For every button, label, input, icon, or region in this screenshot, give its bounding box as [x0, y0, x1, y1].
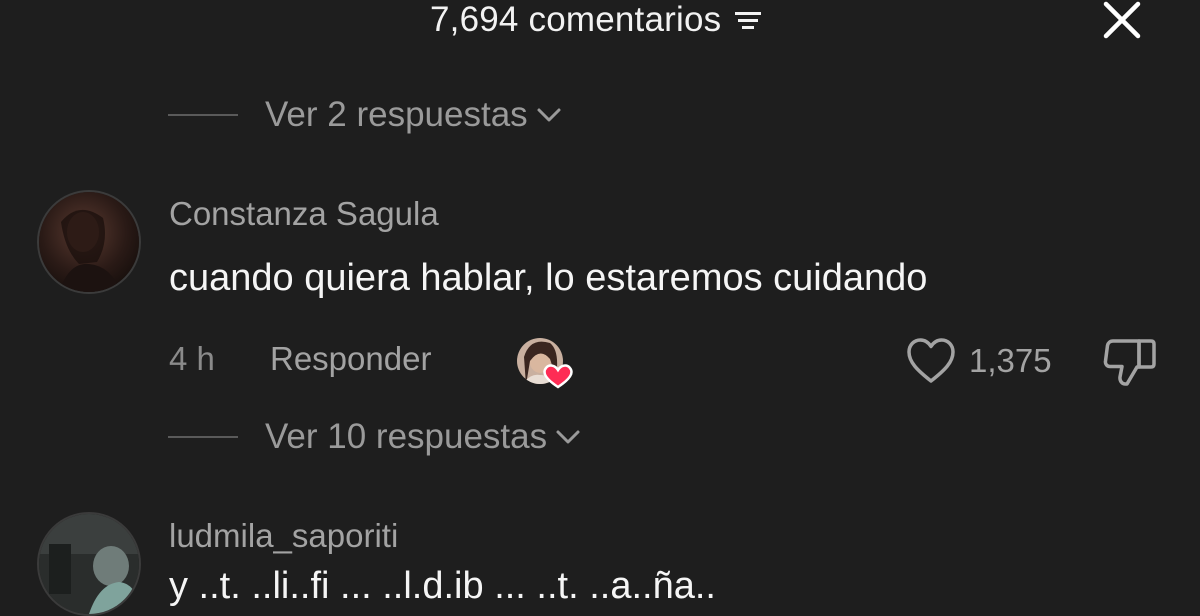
- heart-outline-icon: [907, 338, 955, 383]
- replies-divider-line: [168, 114, 238, 116]
- chevron-down-icon: [537, 108, 561, 122]
- comments-count-title[interactable]: 7,694 comentarios: [430, 0, 763, 40]
- avatar-photo: [39, 514, 139, 614]
- chevron-down-icon: [556, 430, 580, 444]
- dislike-button[interactable]: [1103, 337, 1157, 387]
- comment-username[interactable]: ludmila_saporiti: [169, 517, 398, 555]
- like-button[interactable]: 1,375: [905, 336, 1052, 386]
- avatar-photo: [39, 192, 139, 292]
- close-x-icon: [1103, 1, 1141, 39]
- comment-timestamp: 4 h: [169, 340, 215, 377]
- close-button[interactable]: [1100, 0, 1144, 40]
- comments-count-label: 7,694 comentarios: [430, 0, 722, 39]
- creator-liked-badge[interactable]: [516, 337, 576, 389]
- like-count: 1,375: [969, 342, 1052, 379]
- avatar[interactable]: [37, 512, 141, 616]
- view-replies-label: Ver 2 respuestas: [265, 95, 528, 134]
- reply-button[interactable]: Responder: [270, 340, 431, 378]
- avatar[interactable]: [37, 190, 141, 294]
- thumbs-down-icon: [1103, 339, 1156, 386]
- comments-header: 7,694 comentarios: [0, 0, 1200, 44]
- view-replies-button[interactable]: Ver 2 respuestas: [168, 93, 562, 137]
- sort-lines-icon[interactable]: [733, 5, 763, 35]
- view-replies-label: Ver 10 respuestas: [265, 417, 548, 456]
- view-replies-button[interactable]: Ver 10 respuestas: [168, 415, 581, 459]
- creator-liked-heart-icon: [517, 338, 573, 389]
- replies-divider-line: [168, 436, 238, 438]
- comment-username[interactable]: Constanza Sagula: [169, 195, 439, 233]
- comment-text: y ..t. ..li..fi ... ..l.d.ib ... ..t. ..…: [169, 565, 716, 607]
- comment-text: cuando quiera hablar, lo estaremos cuida…: [169, 257, 928, 299]
